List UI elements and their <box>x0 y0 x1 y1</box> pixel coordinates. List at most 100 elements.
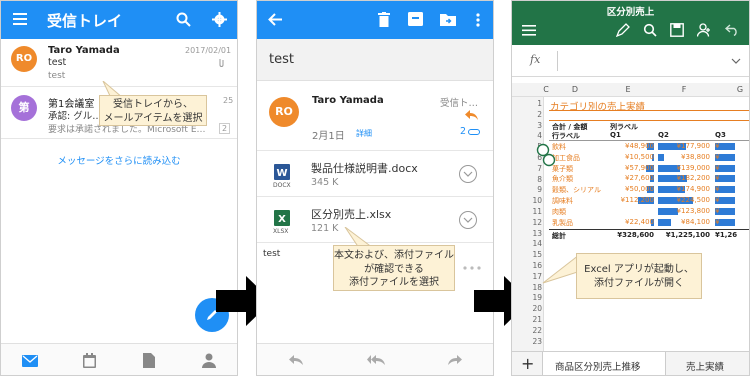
undo-icon[interactable] <box>725 24 739 36</box>
share-person-icon[interactable] <box>697 23 711 37</box>
value-q3: ¥ <box>715 163 720 172</box>
value-q3: ¥ <box>715 142 720 150</box>
move-folder-icon[interactable] <box>440 13 456 26</box>
mail-item-1[interactable]: RO Taro Yamada 2017/02/01 test test <box>1 39 237 87</box>
workbook-title: 区分別売上 <box>606 7 655 18</box>
callout-line: 本文および、添付ファイル <box>334 250 454 261</box>
formula-bar[interactable]: fx <box>512 45 749 77</box>
people-icon[interactable] <box>202 353 216 368</box>
column-header: D <box>571 85 579 94</box>
row-label: 乳製品 <box>552 218 573 227</box>
excel-screen: 区分別売上 fx C D E F G 123456789101112131415… <box>511 0 750 376</box>
archive-icon[interactable] <box>408 12 423 26</box>
forward-icon[interactable] <box>448 355 462 365</box>
total-q2: ¥1,225,100 <box>665 231 710 239</box>
calendar-icon[interactable] <box>83 353 96 368</box>
draw-pen-icon[interactable] <box>616 23 630 37</box>
avatar: RO <box>11 46 37 72</box>
row-header: 3 <box>537 120 542 130</box>
reply-all-icon[interactable] <box>367 355 385 365</box>
chevron-down-icon[interactable] <box>459 211 477 229</box>
value-q3: ¥ <box>715 185 720 194</box>
message-subject: test <box>269 52 294 67</box>
pivot-header-underline <box>549 140 749 141</box>
more-vertical-icon[interactable] <box>476 13 480 27</box>
column-header: G <box>736 85 744 94</box>
row-header: 19 <box>532 293 542 303</box>
row-label: 調味料 <box>552 197 573 205</box>
value-q1: ¥22,400 <box>625 217 654 226</box>
value-q2: ¥123,800 <box>676 206 710 215</box>
settings-gear-icon[interactable] <box>212 12 227 27</box>
message-subject-bar: test <box>257 39 493 81</box>
row-label: 魚介類 <box>552 175 573 184</box>
callout-line: Excel アプリが起動し、 <box>584 264 694 275</box>
back-arrow-icon[interactable] <box>268 13 282 26</box>
title-underline <box>549 110 749 111</box>
details-link[interactable]: 詳細 <box>356 128 372 139</box>
value-q1: ¥27,600 <box>625 174 654 183</box>
row-header: 4 <box>537 131 542 141</box>
reply-icon[interactable] <box>289 355 303 365</box>
selection-handle-icon[interactable] <box>536 143 558 169</box>
callout-line: メールアイテムを選択 <box>103 112 203 124</box>
callout-line: が確認できる <box>364 263 424 275</box>
mail-icon[interactable] <box>22 355 38 367</box>
fx-divider <box>557 51 558 71</box>
sheet-tab[interactable]: 売上実績 <box>686 359 724 373</box>
attachment-name: 製品仕様説明書.docx <box>311 162 418 175</box>
search-icon[interactable] <box>176 12 191 27</box>
sheet-tab[interactable]: 商品区分別売上推移 <box>542 352 666 375</box>
value-q1: ¥50,000 <box>625 185 654 194</box>
inbox-screen: 受信トレイ RO Taro Yamada 2017/02/01 test tes… <box>0 0 238 376</box>
row-header: 8 <box>537 174 542 184</box>
folder-label: 受信ト… <box>440 98 479 109</box>
value-q2: ¥139,000 <box>676 163 710 172</box>
add-sheet-button[interactable]: + <box>521 354 534 373</box>
quarter-header: Q1 <box>610 131 621 139</box>
quarter-header: Q2 <box>658 131 669 139</box>
row-label: 肉類 <box>552 207 566 216</box>
svg-text:X: X <box>278 214 286 225</box>
row-header: 13 <box>532 228 542 238</box>
hamburger-menu-icon[interactable] <box>522 25 536 36</box>
row-header: 11 <box>532 207 542 216</box>
row-header: 9 <box>537 185 542 195</box>
value-q1: ¥57,900 <box>625 163 654 172</box>
load-more-messages-link[interactable]: メッセージをさらに読み込む <box>1 153 237 167</box>
value-q3: ¥ <box>715 206 720 215</box>
callout-line: 添付ファイルを選択 <box>349 277 439 288</box>
mail-date: 25 <box>223 96 234 105</box>
row-header: 1 <box>537 99 542 108</box>
row-header: 22 <box>532 325 542 335</box>
attachment-size: 345 K <box>311 177 339 188</box>
hamburger-menu-icon[interactable] <box>13 13 27 25</box>
files-icon[interactable] <box>143 353 155 368</box>
more-horizontal-icon[interactable] <box>463 266 481 270</box>
attachment-docx[interactable]: W DOCX 製品仕様説明書.docx 345 K <box>257 151 493 197</box>
inbox-app-bar: 受信トレイ <box>1 1 237 39</box>
callout-line: 受信トレイから、 <box>113 99 193 110</box>
mail-date: 2017/02/01 <box>185 46 232 55</box>
delete-trash-icon[interactable] <box>378 12 390 27</box>
message-action-bar <box>257 343 493 375</box>
mail-thread-count: 2 <box>219 123 231 134</box>
callout-line: 添付ファイルが開く <box>594 277 684 289</box>
chevron-down-icon[interactable] <box>731 58 741 64</box>
search-icon[interactable] <box>643 23 657 37</box>
value-q2: ¥182,200 <box>676 174 710 183</box>
value-q1: ¥10,500 <box>625 152 654 161</box>
reply-icon[interactable] <box>465 110 478 120</box>
attachment-size: 121 K <box>311 223 339 234</box>
mail-sender: Taro Yamada <box>48 45 120 56</box>
spreadsheet-grid[interactable]: C D E F G 123456789101112131415161718192… <box>512 81 749 351</box>
mail-preview: test <box>48 71 66 81</box>
total-q1: ¥328,600 <box>617 231 654 239</box>
excel-file-icon: X <box>274 210 290 226</box>
value-q2: ¥177,900 <box>676 142 710 150</box>
row-header: 2 <box>537 109 542 119</box>
save-icon[interactable] <box>670 23 684 37</box>
value-q2: ¥174,900 <box>676 185 710 194</box>
sender-name: Taro Yamada <box>312 95 384 106</box>
chevron-down-icon[interactable] <box>459 165 477 183</box>
